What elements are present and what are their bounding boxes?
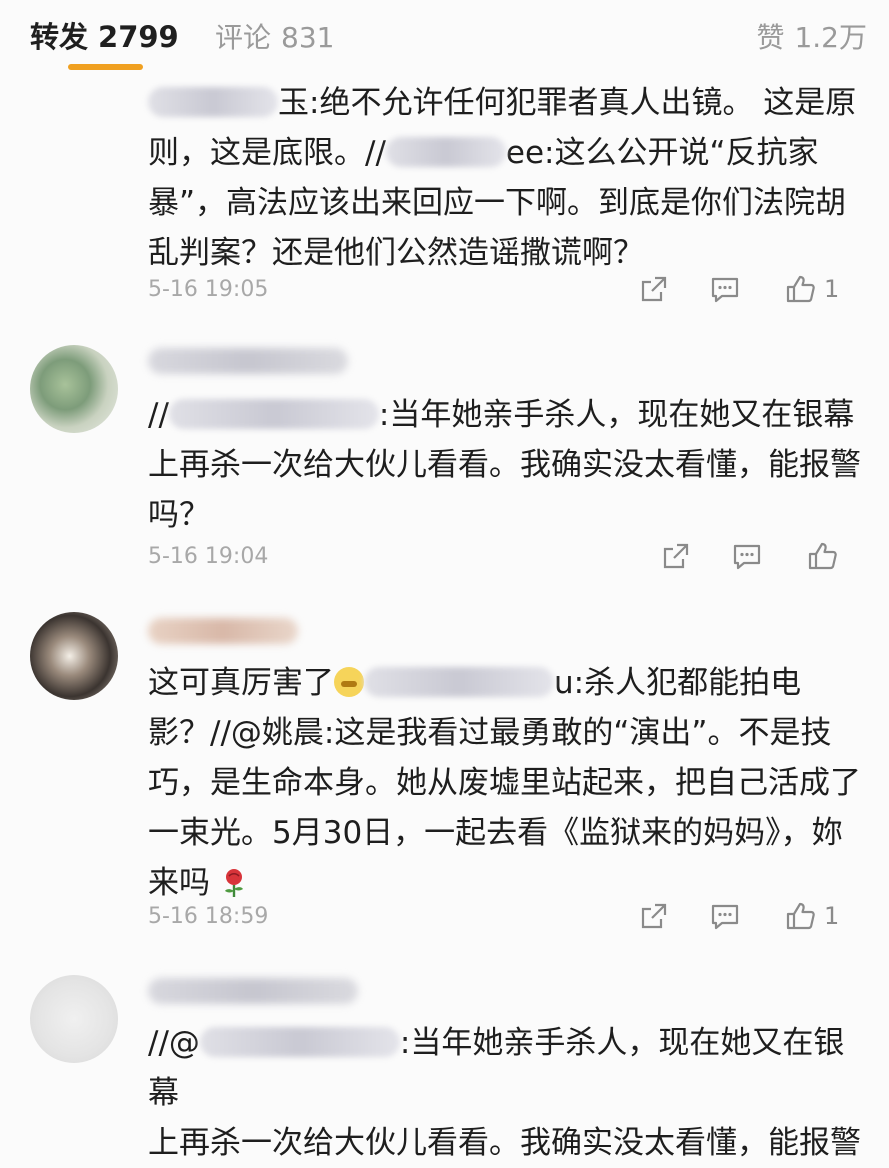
- comment-text: //@:当年她亲手杀人，现在她又在银幕 上再杀一次给大伙儿看看。我确实没太看懂，…: [148, 1018, 868, 1168]
- comment-line: 则，这是底限。//ee:这么公开说“反抗家: [148, 135, 819, 171]
- comment-actions: [609, 538, 869, 574]
- comment-line: 上再杀一次给大伙儿看看。我确实没太看懂，能报警: [148, 1125, 861, 1161]
- avatar[interactable]: [30, 345, 118, 433]
- active-tab-indicator: [68, 64, 143, 70]
- like-button[interactable]: 1: [784, 271, 839, 307]
- share-button[interactable]: [639, 898, 669, 934]
- blurred-username: [148, 978, 358, 1004]
- tab-repost-label: 转发: [30, 20, 89, 54]
- comment-line: 影？//@姚晨:这是我看过最勇敢的“演出”。不是技: [148, 715, 832, 751]
- comment-time: 5-16 19:04: [148, 544, 269, 569]
- like-count: 1: [824, 275, 840, 303]
- tab-comment-count: 831: [281, 21, 335, 54]
- blurred-username: [385, 137, 506, 167]
- comment-text: //:当年她亲手杀人，现在她又在银幕 上再杀一次给大伙儿看看。我确实没太看懂，能…: [148, 390, 868, 540]
- share-button[interactable]: [661, 538, 691, 574]
- comment-icon: [711, 904, 739, 930]
- comment-time: 5-16 18:59: [148, 904, 269, 929]
- tab-bar: 转发 2799 评论 831 赞 1.2万: [0, 0, 889, 75]
- emoji-icon: [334, 667, 364, 697]
- comment-text: 这可真厉害了 u:杀人犯都能拍电 影？//@姚晨:这是我看过最勇敢的“演出”。不是…: [148, 658, 868, 908]
- blurred-username: [168, 399, 379, 429]
- comment-line: 吗？: [148, 497, 210, 533]
- blurred-username: [364, 667, 554, 697]
- like-count: 1: [824, 902, 840, 930]
- comment-time: 5-16 19:05: [148, 277, 269, 302]
- reply-button[interactable]: [731, 538, 763, 574]
- tab-repost-count: 2799: [98, 20, 179, 54]
- tab-like-label: 赞: [756, 21, 785, 54]
- comment-line: 一束光。5月30日，一起去看《监狱来的妈妈》，妳: [148, 815, 843, 851]
- tab-like[interactable]: 赞 1.2万: [756, 16, 867, 56]
- rose-icon: [224, 869, 243, 897]
- comment-line: 巧，是生命本身。她从废墟里站起来，把自己活成了: [148, 765, 861, 801]
- tab-like-count: 1.2万: [794, 21, 867, 54]
- comment-line: 这可真厉害了 u:杀人犯都能拍电: [148, 665, 802, 701]
- comment-line: //@:当年她亲手杀人，现在她又在银幕: [148, 1025, 845, 1111]
- tab-comment[interactable]: 评论 831: [215, 16, 334, 56]
- tab-comment-label: 评论: [215, 21, 272, 54]
- like-button[interactable]: 1: [784, 898, 839, 934]
- share-icon: [641, 276, 667, 302]
- comment-line: 上再杀一次给大伙儿看看。我确实没太看懂，能报警: [148, 447, 861, 483]
- blurred-username: [148, 348, 348, 374]
- blurred-username: [199, 1027, 400, 1057]
- comment-actions: 1: [609, 898, 869, 934]
- comment-actions: 1: [609, 271, 869, 307]
- comment-text: 玉:绝不允许任何犯罪者真人出镜。 这是原 则，这是底限。//ee:这么公开说“反…: [148, 78, 868, 278]
- reply-button[interactable]: [709, 271, 741, 307]
- thumbs-up-icon: [786, 902, 815, 930]
- share-button[interactable]: [639, 271, 669, 307]
- comment-line: 玉:绝不允许任何犯罪者真人出镜。 这是原: [148, 78, 868, 128]
- comment-line: 暴”，高法应该出来回应一下啊。到底是你们法院胡: [148, 185, 847, 221]
- comment-icon: [711, 277, 739, 303]
- reply-button[interactable]: [709, 898, 741, 934]
- tab-repost[interactable]: 转发 2799: [30, 14, 179, 56]
- comment-icon: [733, 544, 761, 570]
- thumbs-up-icon: [808, 542, 837, 570]
- share-icon: [641, 903, 667, 929]
- avatar[interactable]: [30, 975, 118, 1063]
- comment-line: //:当年她亲手杀人，现在她又在银幕: [148, 397, 855, 433]
- blurred-username: [148, 618, 298, 644]
- thumbs-up-icon: [786, 275, 815, 303]
- avatar[interactable]: [30, 612, 118, 700]
- share-icon: [663, 543, 689, 569]
- like-button[interactable]: [806, 538, 838, 574]
- blurred-username: [148, 87, 278, 117]
